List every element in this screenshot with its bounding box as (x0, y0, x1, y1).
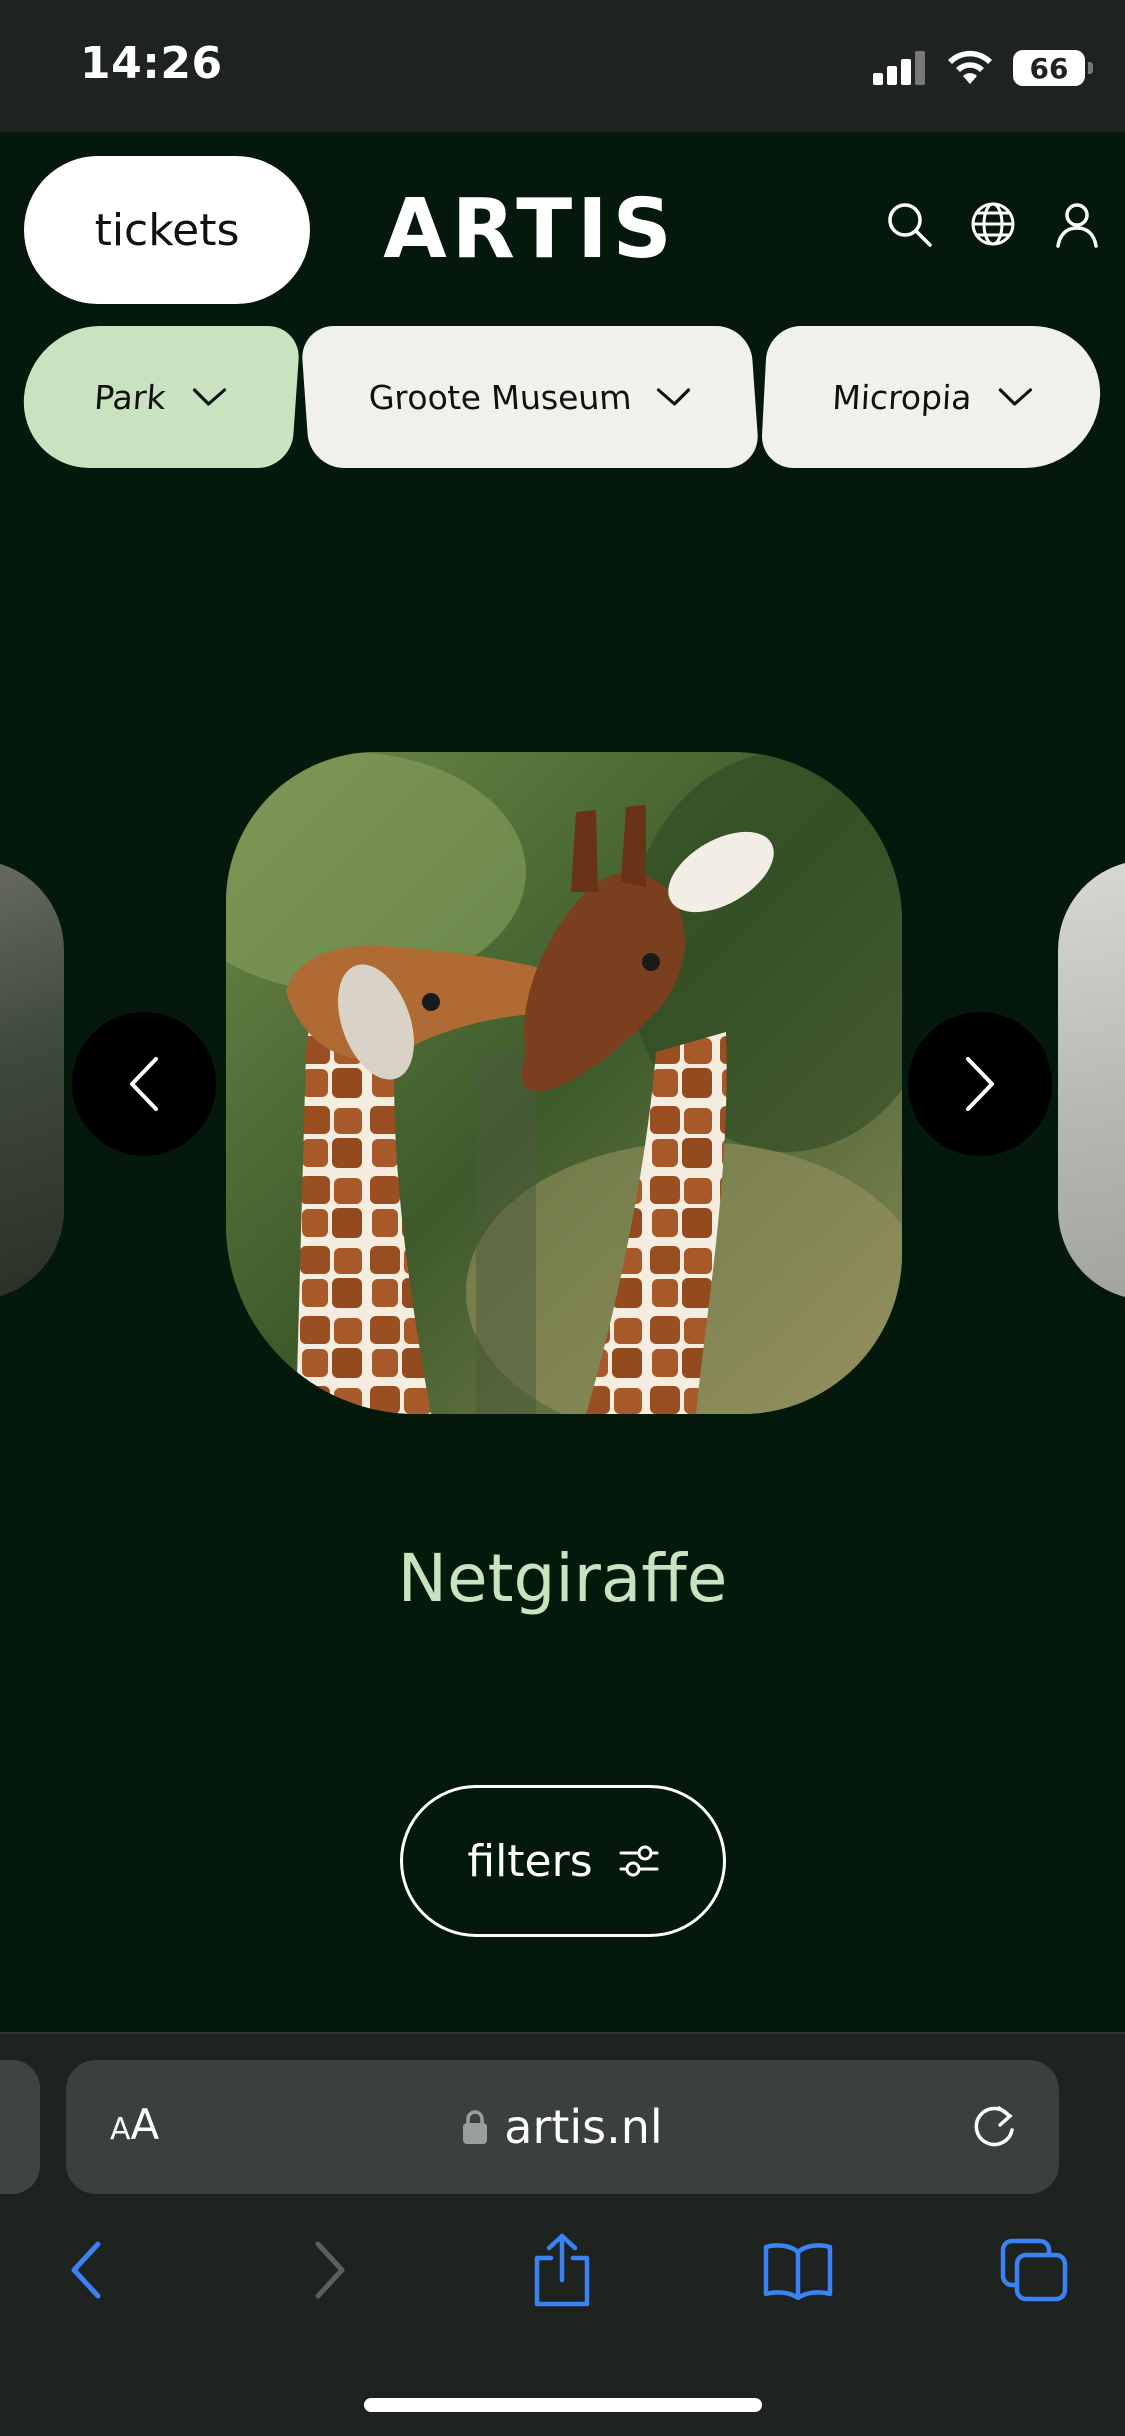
animal-carousel (0, 740, 1125, 1440)
home-indicator[interactable] (364, 2398, 762, 2412)
tabs-icon (1000, 2238, 1068, 2302)
location-tab-label: Groote Museum (367, 377, 633, 417)
cellular-signal-icon (873, 51, 925, 85)
chevron-left-icon (130, 1057, 158, 1111)
location-nav: Park Groote Museum Micropia (0, 326, 1125, 468)
status-bar: 14:26 66 (0, 0, 1125, 132)
animal-image-giraffes[interactable] (226, 752, 902, 1414)
location-tab-groote-museum[interactable]: Groote Museum (300, 326, 760, 468)
chevron-right-icon (966, 1057, 994, 1111)
forward-button[interactable] (290, 2230, 370, 2310)
url-display: artis.nl (66, 2060, 1059, 2194)
animal-name[interactable]: Netgiraffe (0, 1540, 1125, 1617)
location-tab-label: Park (92, 377, 168, 417)
status-icons: 66 (873, 44, 1093, 92)
forward-icon (315, 2241, 345, 2299)
browser-toolbar (0, 2230, 1125, 2340)
share-button[interactable] (522, 2230, 602, 2310)
back-button[interactable] (46, 2230, 126, 2310)
previous-animal-card[interactable] (0, 860, 64, 1300)
chevron-down-icon (657, 388, 691, 406)
globe-icon[interactable] (969, 200, 1017, 248)
address-bar[interactable]: AA artis.nl (66, 2060, 1059, 2194)
next-animal-card[interactable] (1058, 860, 1125, 1300)
sliders-icon (619, 1845, 659, 1877)
chevron-down-icon (192, 388, 226, 406)
wifi-icon (948, 50, 992, 84)
filters-label: filters (467, 1835, 593, 1887)
back-icon (71, 2241, 101, 2299)
tabs-button[interactable] (994, 2230, 1074, 2310)
location-tab-park[interactable]: Park (19, 326, 301, 468)
browser-chrome: AA artis.nl (0, 2032, 1125, 2436)
account-icon[interactable] (1053, 200, 1101, 248)
battery-level: 66 (1029, 51, 1069, 85)
filters-button[interactable]: filters (400, 1785, 726, 1937)
giraffe-photo (226, 752, 902, 1414)
location-tab-micropia[interactable]: Micropia (760, 326, 1104, 468)
carousel-next-button[interactable] (908, 1012, 1052, 1156)
url-text: artis.nl (504, 2100, 663, 2154)
screen: 14:26 66 tickets ARTIS Park Groote Museu… (0, 0, 1125, 2436)
status-time: 14:26 (80, 38, 223, 89)
artis-logo[interactable]: ARTIS (360, 182, 700, 277)
chevron-down-icon (998, 388, 1032, 406)
carousel-previous-button[interactable] (72, 1012, 216, 1156)
battery-indicator: 66 (1013, 50, 1093, 86)
header-icons (885, 200, 1101, 248)
tickets-button[interactable]: tickets (24, 156, 310, 304)
battery-tip (1088, 62, 1093, 74)
bookmarks-button[interactable] (758, 2230, 838, 2310)
bookmarks-icon (763, 2243, 833, 2300)
search-icon[interactable] (885, 200, 933, 248)
site-header: tickets ARTIS (0, 132, 1125, 312)
previous-tab-peek[interactable] (0, 2060, 40, 2194)
reload-icon[interactable] (969, 2102, 1019, 2152)
share-icon (534, 2233, 590, 2307)
location-tab-label: Micropia (831, 377, 973, 417)
lock-icon (463, 2110, 488, 2144)
